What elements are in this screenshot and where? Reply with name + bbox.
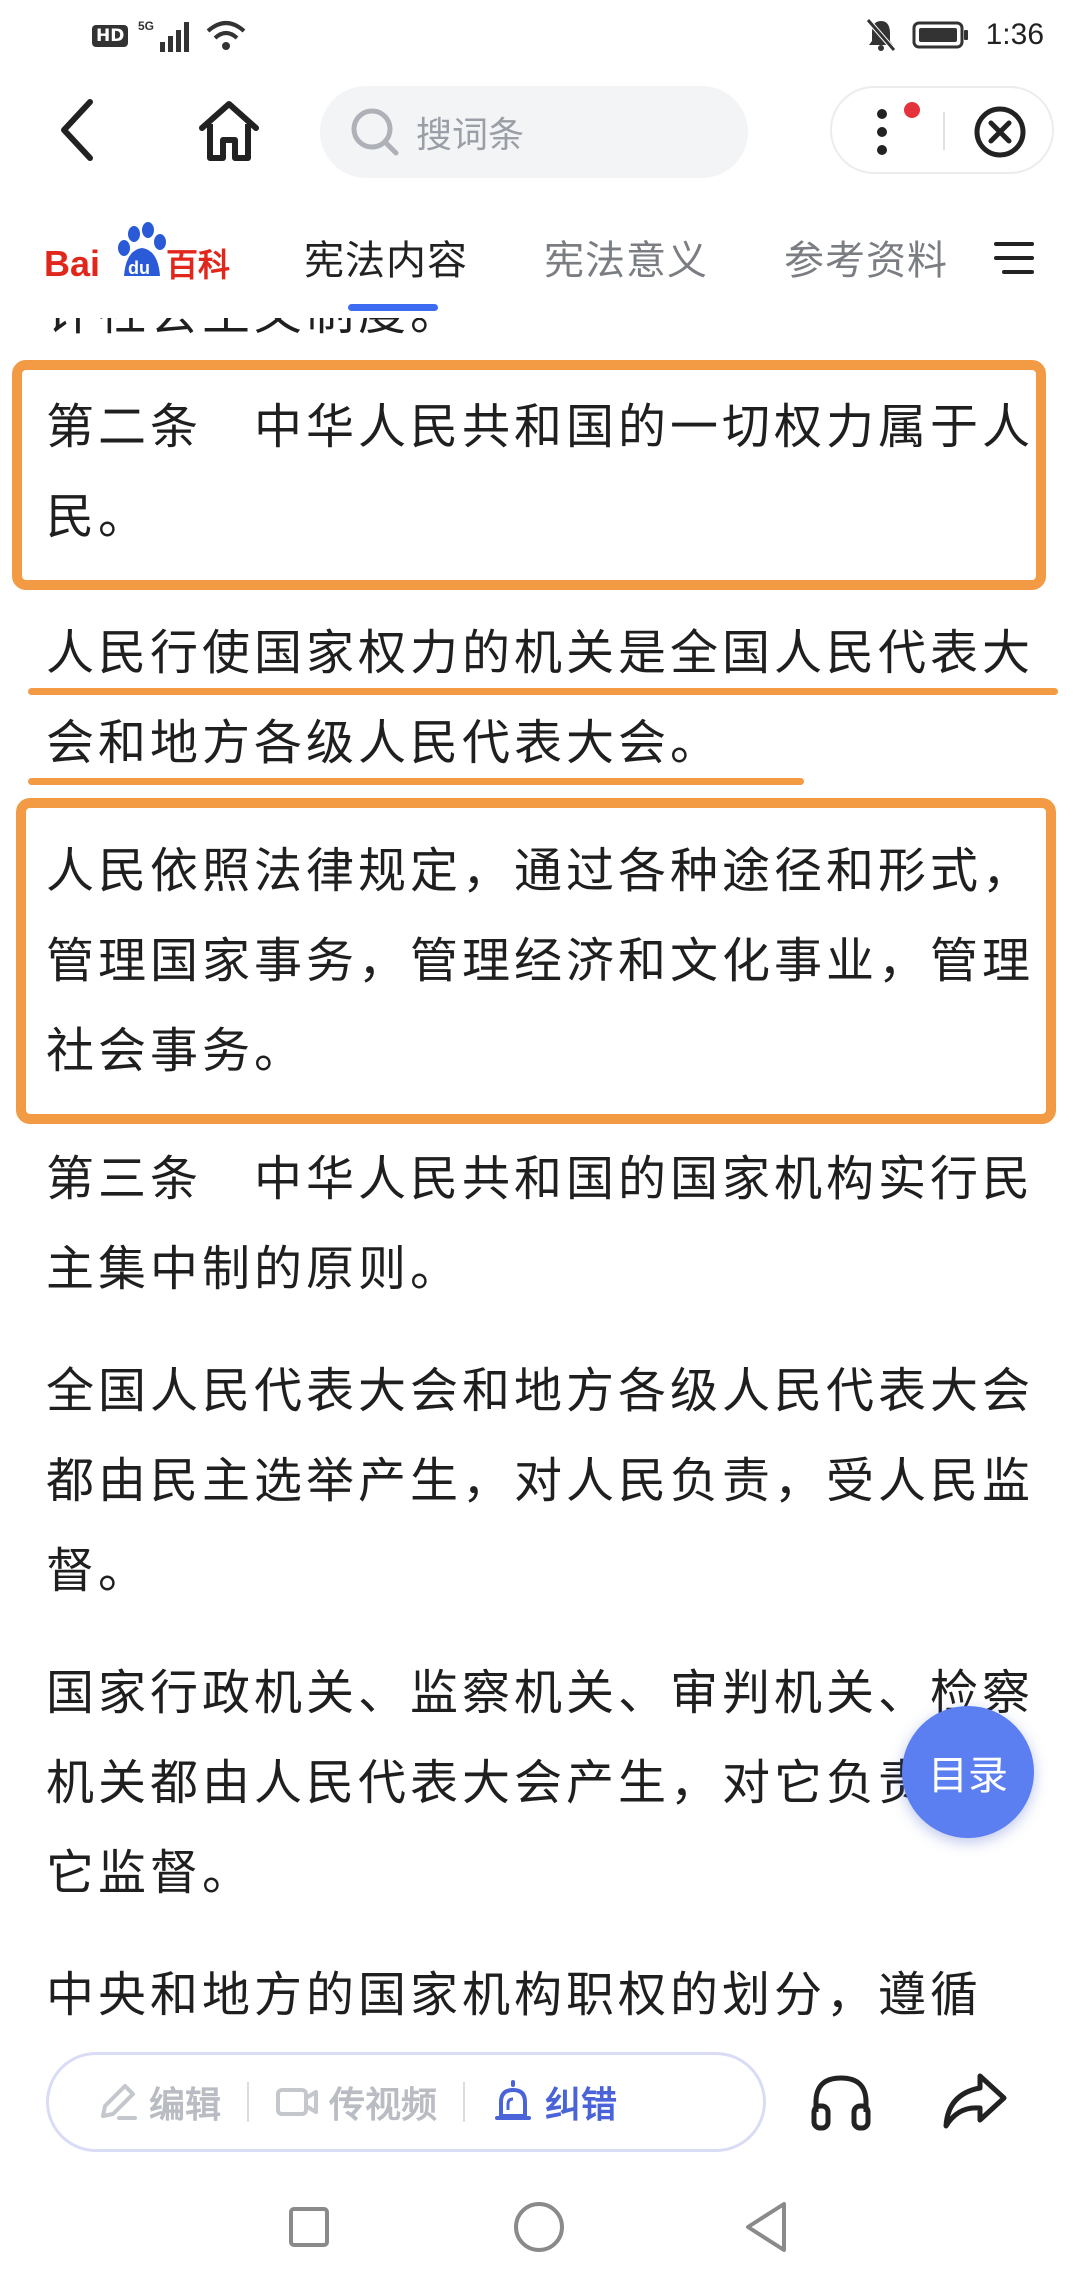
- status-bar: HD 5G 1:36: [0, 0, 1080, 70]
- signal-5g-icon: 5G: [138, 19, 190, 52]
- pencil-icon: [101, 2084, 137, 2120]
- headphones-icon: [811, 2075, 871, 2131]
- clock: 1:36: [985, 18, 1044, 51]
- edit-label: 编辑: [149, 2085, 222, 2126]
- notification-dot: [904, 102, 920, 118]
- report-label: 纠错: [545, 2085, 618, 2126]
- article-paragraph: 中央和地方的国家机构职权的划分，遵循: [46, 1967, 983, 2023]
- tab-constitution-content[interactable]: 宪法内容: [304, 228, 468, 286]
- tab-constitution-meaning[interactable]: 宪法意义: [544, 228, 708, 286]
- back-button[interactable]: [48, 92, 108, 168]
- search-placeholder: 搜词条: [416, 115, 525, 156]
- mini-program-capsule: [830, 86, 1054, 174]
- triangle-back-icon: [746, 2202, 786, 2252]
- wifi-icon: [207, 21, 246, 50]
- chevron-left-icon: [61, 99, 93, 161]
- close-button[interactable]: [972, 104, 1028, 160]
- square-icon: [289, 2207, 329, 2247]
- search-bar[interactable]: 搜词条: [320, 86, 748, 178]
- toolbar-divider: [247, 2082, 250, 2122]
- highlight-box: [12, 360, 1046, 590]
- action-pill: 编辑 传视频 纠错: [46, 2052, 766, 2152]
- svg-text:du: du: [128, 258, 150, 278]
- status-right: 1:36: [865, 14, 1044, 56]
- baidu-paw-logo: Bai du 百科: [44, 222, 230, 284]
- video-label: 传视频: [329, 2085, 438, 2126]
- menu-button[interactable]: [992, 236, 1036, 280]
- close-circle-icon: [974, 106, 1026, 158]
- article-paragraph: 第三条 中华人民共和国的国家机构实行民主集中制的原则。: [46, 1151, 1035, 1297]
- table-of-contents-button[interactable]: 目录: [902, 1706, 1034, 1838]
- mute-bell-icon: [865, 18, 896, 52]
- svg-text:5G: 5G: [138, 19, 154, 33]
- tab-references[interactable]: 参考资料: [784, 228, 948, 286]
- status-left: HD 5G: [92, 16, 246, 56]
- system-back-button[interactable]: [742, 2200, 792, 2254]
- active-tab-indicator: [348, 304, 438, 311]
- listen-button[interactable]: [808, 2068, 874, 2134]
- svg-text:Bai: Bai: [44, 243, 100, 284]
- cut-off-line: 计社会主义制度。: [46, 318, 462, 358]
- capsule-divider: [943, 112, 945, 150]
- video-camera-icon: [276, 2088, 319, 2116]
- share-button[interactable]: [940, 2068, 1010, 2134]
- article-paragraph: 全国人民代表大会和地方各级人民代表大会都由民主选举产生，对人民负责，受人民监督。: [46, 1363, 1035, 1599]
- more-vertical-icon: [877, 109, 887, 155]
- home-button[interactable]: [194, 96, 264, 166]
- battery-icon: [912, 21, 968, 49]
- circle-icon: [514, 2202, 564, 2252]
- recent-apps-button[interactable]: [288, 2206, 330, 2248]
- highlight-underline: [28, 778, 804, 785]
- system-home-button[interactable]: [512, 2200, 566, 2254]
- alarm-light-icon: [495, 2080, 532, 2120]
- hamburger-menu-icon: [994, 242, 1034, 274]
- report-error-button[interactable]: 纠错: [491, 2076, 617, 2128]
- article-paragraph: 人民行使国家权力的机关是全国人民代表大会和地方各级人民代表大会。: [46, 625, 1035, 771]
- highlight-box: [16, 798, 1056, 1124]
- baidu-baike-logo[interactable]: Bai du 百科: [44, 220, 244, 286]
- svg-text:百科: 百科: [166, 246, 230, 284]
- search-icon: [351, 108, 399, 156]
- more-button[interactable]: [852, 102, 912, 162]
- share-arrow-icon: [943, 2073, 1007, 2129]
- edit-button[interactable]: 编辑: [95, 2076, 221, 2128]
- hd-badge: HD: [92, 25, 129, 47]
- home-icon: [199, 101, 259, 161]
- article-paragraph: 国家行政机关、监察机关、审判机关、检察机关都由人民代表大会产生，对它负责，受它监…: [46, 1665, 1035, 1901]
- upload-video-button[interactable]: 传视频: [275, 2076, 437, 2128]
- toolbar-divider: [463, 2082, 466, 2122]
- highlight-underline: [28, 688, 1058, 695]
